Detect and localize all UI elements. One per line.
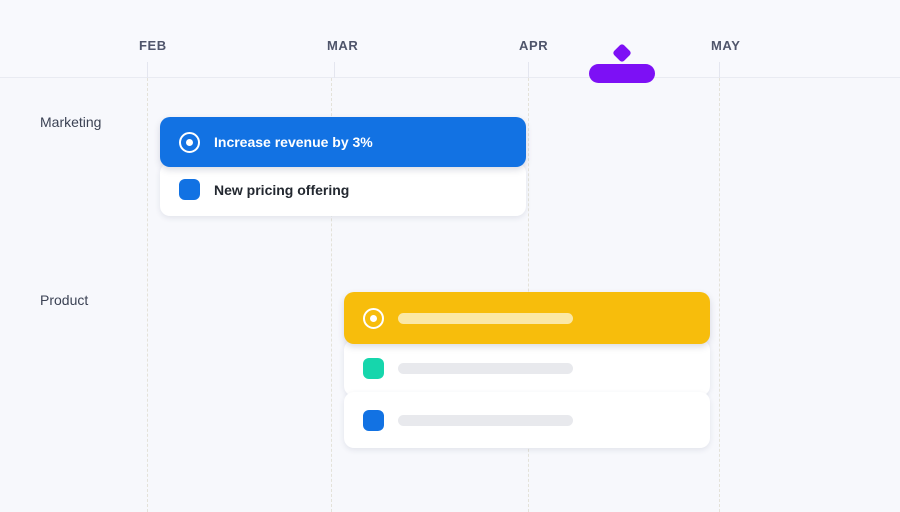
target-icon — [178, 131, 200, 153]
card-marketing-initiative[interactable]: New pricing offering — [160, 163, 526, 216]
month-label-feb: FEB — [139, 38, 167, 53]
color-swatch-icon — [362, 409, 384, 431]
month-tick-feb — [147, 62, 148, 78]
card-title-placeholder — [398, 414, 573, 426]
card-title: Increase revenue by 3% — [214, 134, 373, 150]
today-pill-handle[interactable] — [589, 64, 655, 83]
card-title: New pricing offering — [214, 181, 350, 198]
grid-line-may — [719, 78, 720, 512]
month-tick-mar — [334, 62, 335, 78]
card-product-goal[interactable] — [344, 292, 710, 344]
card-title-placeholder — [398, 312, 573, 324]
target-icon — [362, 307, 384, 329]
today-diamond-icon — [612, 43, 632, 63]
card-stack-product — [344, 292, 710, 448]
month-tick-apr — [528, 62, 529, 78]
card-stack-marketing: Increase revenue by 3% New pricing offer… — [160, 117, 526, 216]
roadmap-timeline: FEB MAR APR MAY Marketing Product Increa… — [0, 0, 900, 512]
card-product-initiative-2[interactable] — [344, 392, 710, 448]
month-label-mar: MAR — [327, 38, 359, 53]
month-label-apr: APR — [519, 38, 549, 53]
today-marker[interactable] — [589, 43, 655, 92]
timeline-header: FEB MAR APR MAY — [0, 0, 900, 78]
card-product-initiative-1[interactable] — [344, 340, 710, 396]
color-swatch-icon — [178, 179, 200, 201]
month-label-may: MAY — [711, 38, 741, 53]
card-title-placeholder — [398, 362, 573, 374]
card-marketing-goal[interactable]: Increase revenue by 3% — [160, 117, 526, 167]
lane-label-product: Product — [40, 292, 89, 308]
color-swatch-icon — [362, 357, 384, 379]
grid-line-feb — [147, 78, 148, 512]
lane-label-marketing: Marketing — [40, 114, 102, 130]
month-tick-may — [719, 62, 720, 78]
